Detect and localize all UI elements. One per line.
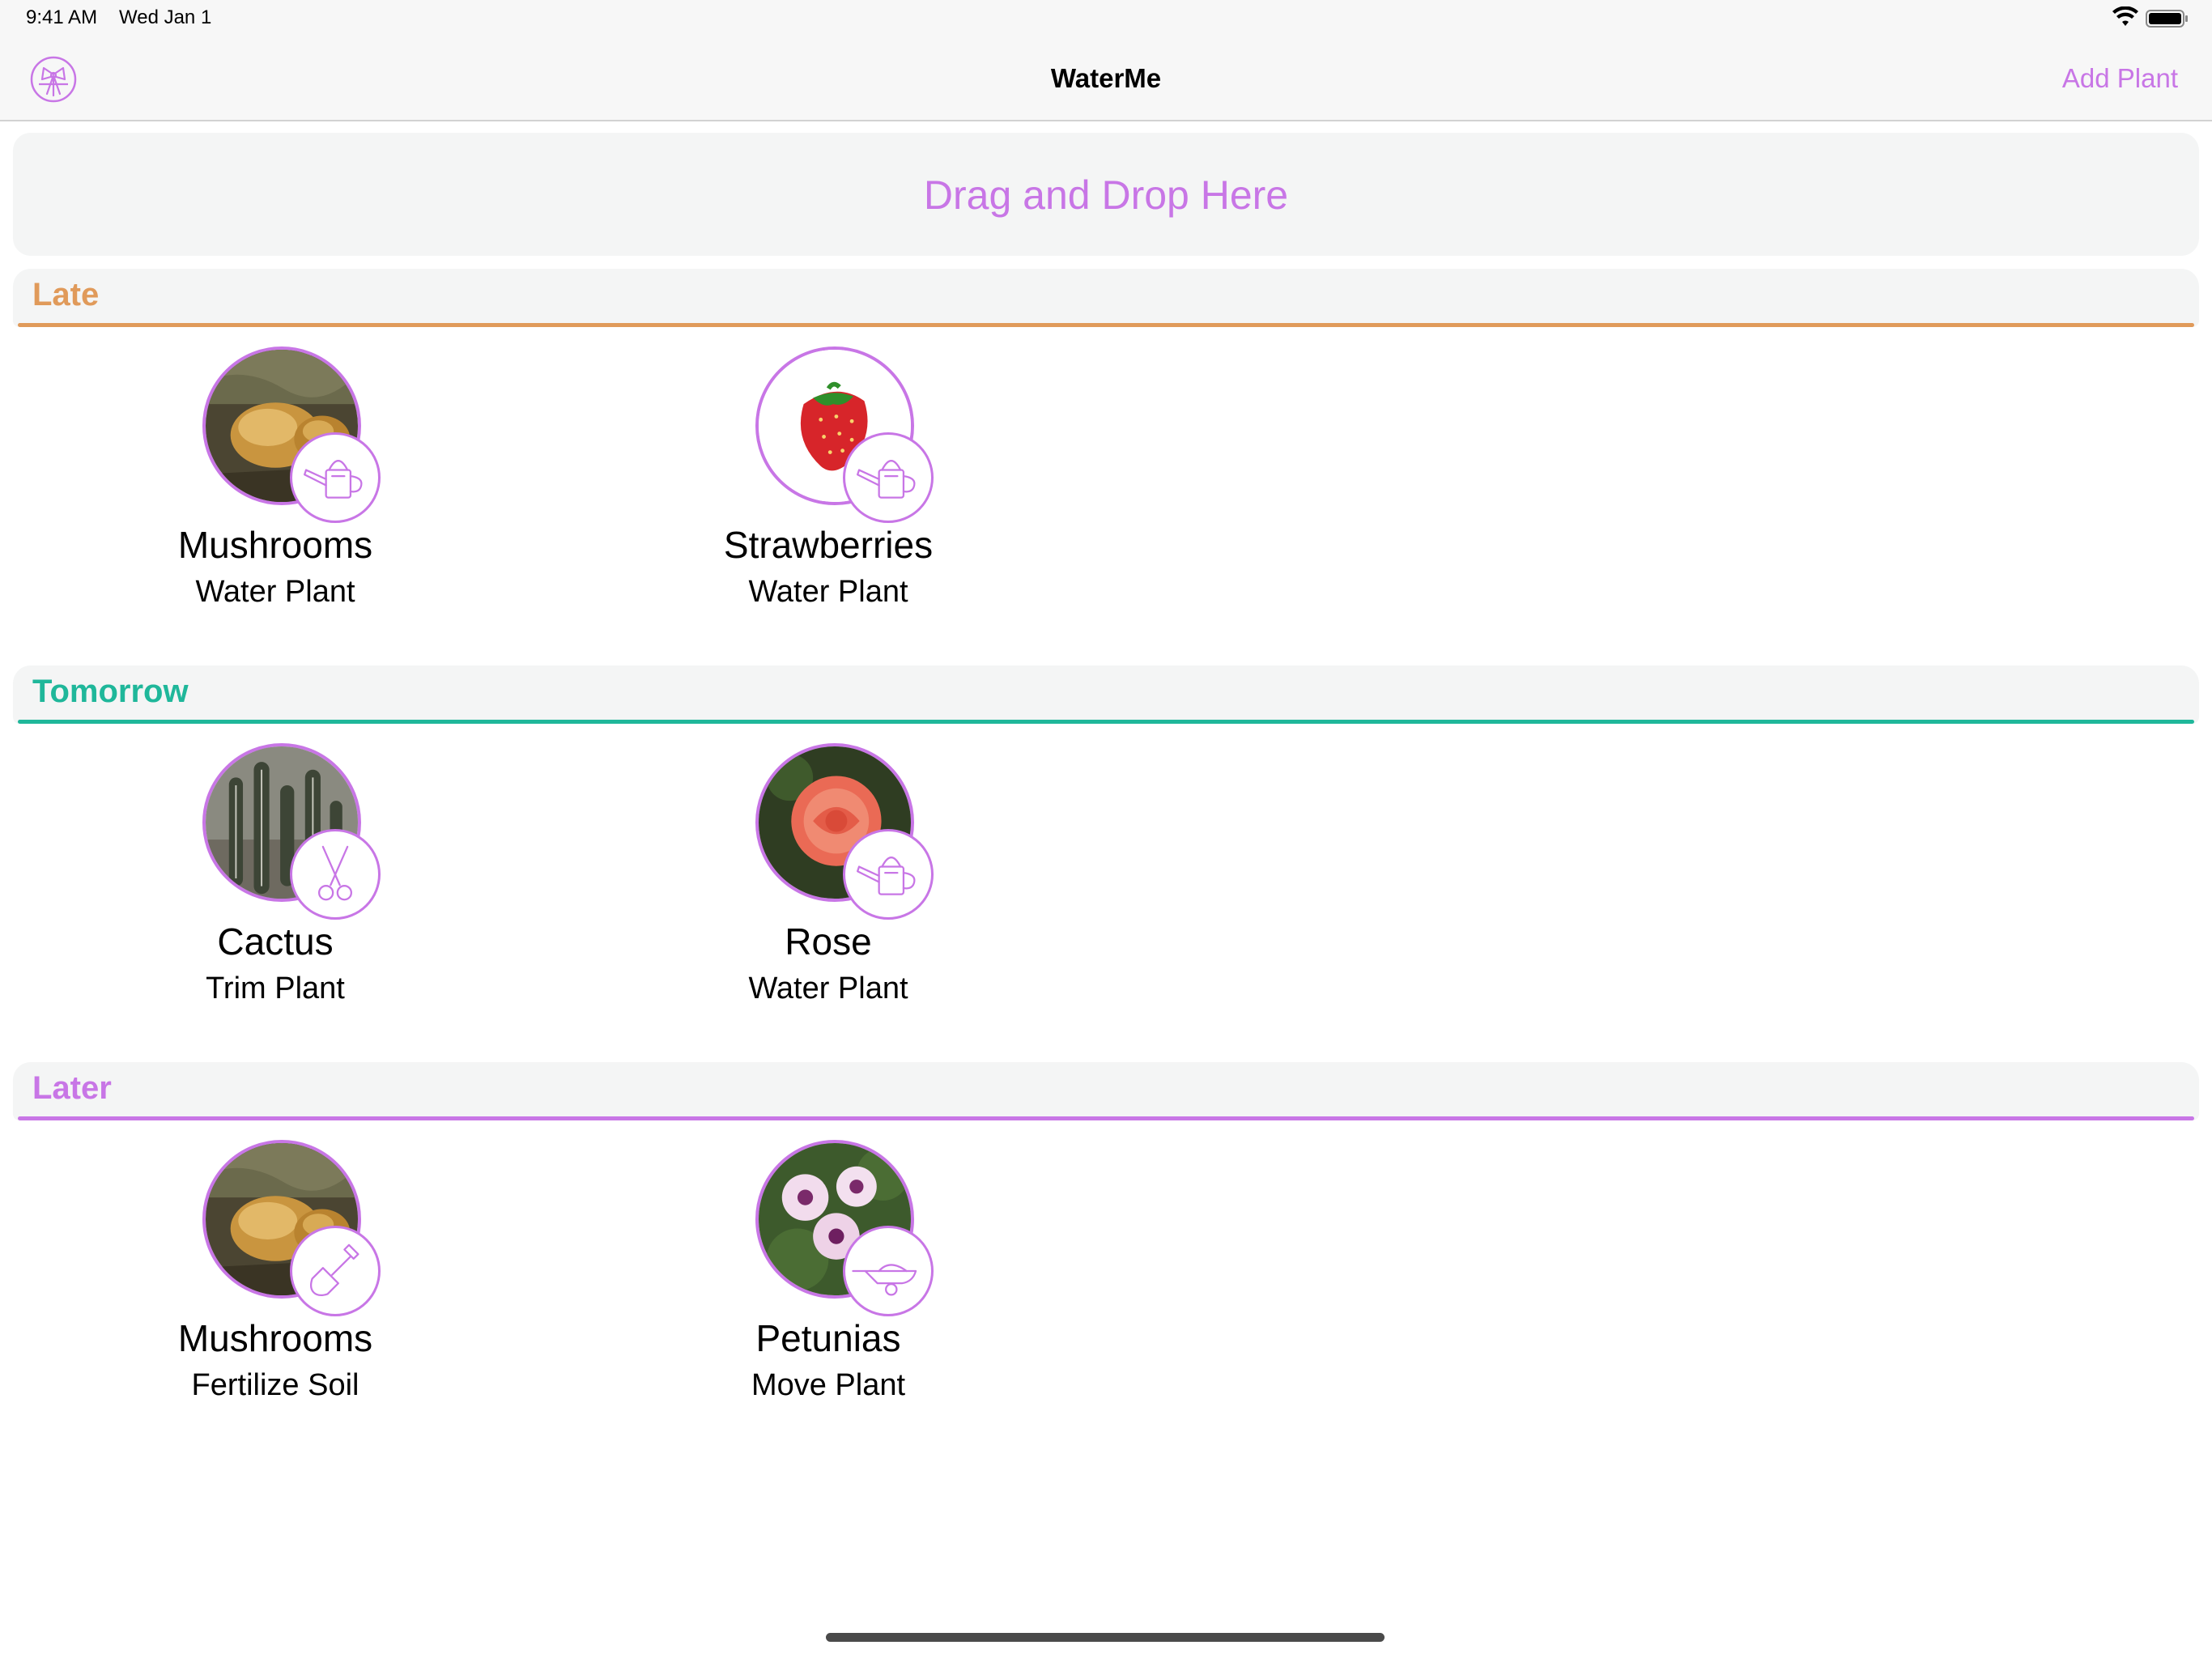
wifi-icon [2112, 6, 2138, 26]
watering-can-icon [843, 829, 934, 920]
watering-can-icon [290, 432, 381, 523]
wheelbarrow-icon [843, 1226, 934, 1316]
plant-reminder-item[interactable]: Mushrooms Water Plant [121, 346, 429, 622]
battery-icon [2146, 10, 2188, 28]
plant-task: Water Plant [748, 971, 908, 1005]
section-divider [18, 323, 2194, 327]
plant-name: Petunias [755, 1317, 901, 1359]
plant-name: Strawberries [723, 524, 934, 566]
page-title: WaterMe [1050, 63, 1162, 93]
drop-zone-label: Drag and Drop Here [923, 172, 1289, 218]
shovel-icon [290, 1226, 381, 1316]
plant-name: Rose [785, 920, 872, 963]
drop-zone[interactable]: Drag and Drop Here [13, 133, 2199, 256]
plant-reminder-item[interactable]: Cactus Trim Plant [121, 743, 429, 1018]
plant-task: Trim Plant [206, 971, 345, 1005]
plant-name: Cactus [217, 920, 334, 963]
plant-reminder-item[interactable]: Rose Water Plant [674, 743, 982, 1018]
status-bar: 9:41 AM Wed Jan 1 [0, 0, 2212, 39]
section-title: Later [32, 1070, 112, 1106]
section-title: Tomorrow [32, 674, 189, 709]
home-indicator[interactable] [826, 1633, 1385, 1642]
section-divider [18, 720, 2194, 724]
plant-reminder-item[interactable]: Mushrooms Fertilize Soil [121, 1140, 429, 1415]
watering-can-icon [843, 432, 934, 523]
plant-task: Fertilize Soil [191, 1368, 359, 1402]
status-time: 9:41 AM [26, 6, 98, 28]
section-divider [18, 1116, 2194, 1120]
plant-task: Water Plant [195, 575, 355, 609]
section-header-later: Later [13, 1062, 2199, 1120]
plant-task: Move Plant [751, 1368, 906, 1402]
section-header-tomorrow: Tomorrow [13, 665, 2199, 724]
add-plant-button[interactable]: Add Plant [2062, 63, 2178, 94]
status-date: Wed Jan 1 [119, 6, 212, 28]
scissors-icon [290, 829, 381, 920]
navigation-bar: WaterMe Add Plant [0, 39, 2212, 121]
plant-reminder-item[interactable]: Petunias Move Plant [674, 1140, 982, 1415]
plant-reminder-item[interactable]: Strawberries Water Plant [674, 346, 982, 622]
plant-name: Mushrooms [177, 524, 373, 566]
plant-task: Water Plant [748, 575, 908, 609]
section-title: Late [32, 277, 100, 312]
section-header-late: Late [13, 269, 2199, 327]
plant-name: Mushrooms [177, 1317, 373, 1359]
